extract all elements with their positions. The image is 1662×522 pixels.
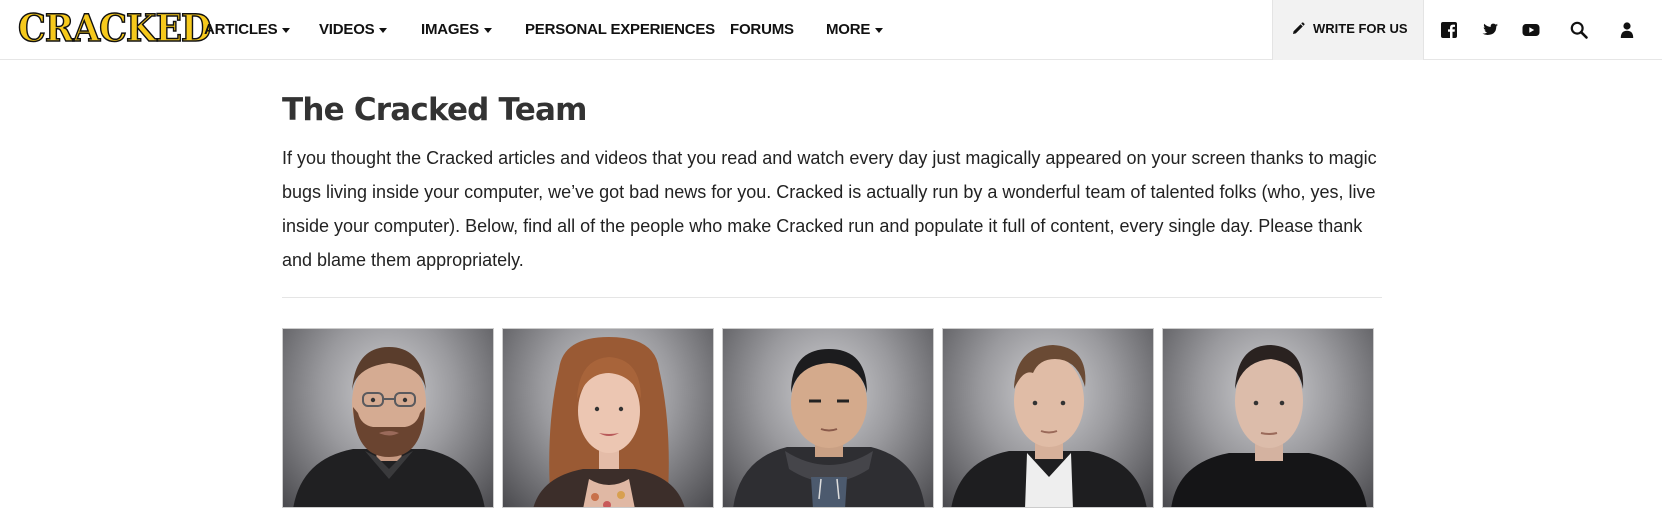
search-icon[interactable]: [1569, 20, 1589, 40]
caret-down-icon: [483, 27, 492, 33]
menu-item-forums[interactable]: FORUMS: [730, 0, 794, 60]
facebook-icon[interactable]: [1439, 20, 1459, 40]
menu-item-label: FORUMS: [730, 21, 794, 38]
team-member-photo-5[interactable]: [1162, 328, 1374, 508]
menu-item-videos[interactable]: VIDEOS: [319, 0, 388, 60]
write-for-us-button[interactable]: WRITE FOR US: [1272, 0, 1424, 60]
team-member-photo-1[interactable]: [282, 328, 494, 508]
menu-item-articles[interactable]: ARTICLES: [204, 0, 291, 60]
menu-item-label: ARTICLES: [204, 21, 278, 38]
menu-item-images[interactable]: IMAGES: [421, 0, 492, 60]
menu-item-personal-experiences[interactable]: PERSONAL EXPERIENCES: [525, 0, 715, 60]
page-title: The Cracked Team: [282, 92, 587, 128]
youtube-icon[interactable]: [1521, 20, 1541, 40]
write-for-us-label: WRITE FOR US: [1313, 21, 1408, 36]
caret-down-icon: [379, 27, 388, 33]
user-icon[interactable]: [1617, 20, 1637, 40]
menu-item-label: VIDEOS: [319, 21, 375, 38]
menu-item-more[interactable]: MORE: [826, 0, 884, 60]
menu-item-label: IMAGES: [421, 21, 479, 38]
caret-down-icon: [875, 27, 884, 33]
menu-item-label: PERSONAL EXPERIENCES: [525, 21, 715, 38]
pencil-icon: [1291, 22, 1305, 36]
menu-item-label: MORE: [826, 21, 871, 38]
team-member-photo-3[interactable]: [722, 328, 934, 508]
twitter-icon[interactable]: [1480, 20, 1500, 40]
section-divider: [282, 297, 1382, 298]
top-navigation: CRACKED ARTICLES VIDEOS IMAGES PERSONAL …: [0, 0, 1662, 60]
cracked-logo[interactable]: CRACKED: [17, 6, 212, 51]
team-member-photo-2[interactable]: [502, 328, 714, 508]
caret-down-icon: [282, 27, 291, 33]
intro-paragraph: If you thought the Cracked articles and …: [282, 148, 1377, 270]
team-member-photo-4[interactable]: [942, 328, 1154, 508]
